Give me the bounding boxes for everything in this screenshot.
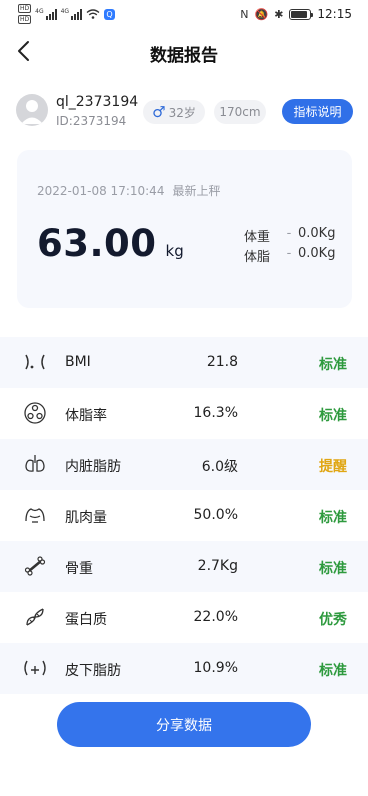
weight-unit: kg (165, 242, 184, 260)
metric-status: 标准 (319, 510, 347, 526)
weight-card: 2022-01-08 17:10:44 最新上秤 63.00 kg 体重 - 0.… (17, 150, 352, 308)
username: ql_2373194 (56, 94, 139, 110)
metric-value: 2.7Kg (197, 558, 238, 574)
stat-dash: - (286, 226, 292, 241)
height-chip: 170cm (214, 100, 266, 124)
app-notification-icon: Q (104, 8, 116, 20)
share-data-button[interactable]: 分享数据 (57, 702, 311, 747)
metric-row-protein[interactable]: 蛋白质 22.0% 优秀 (0, 592, 368, 643)
metric-name: 内脏脂肪 (65, 459, 121, 475)
clock: 12:15 (317, 7, 352, 21)
network-type: 4G (60, 8, 70, 15)
muscle-icon (22, 503, 48, 527)
metric-status: 提醒 (319, 459, 347, 475)
body-fat-icon (22, 401, 48, 425)
metric-name: 皮下脂肪 (65, 663, 121, 679)
hd-badge: HD (18, 4, 32, 13)
nav-bar: 数据报告 (0, 30, 368, 74)
metric-row-bone[interactable]: 骨重 2.7Kg 标准 (0, 541, 368, 592)
latest-label: 最新上秤 (172, 184, 221, 198)
metric-row-muscle[interactable]: 肌肉量 50.0% 标准 (0, 490, 368, 541)
male-icon: ♂ (152, 102, 166, 121)
bmi-icon (22, 350, 48, 374)
weight-display: 63.00 kg (37, 222, 184, 265)
measure-datetime: 2022-01-08 17:10:44 (37, 184, 165, 198)
metrics-list: BMI 21.8 标准 体脂率 16.3% 标准 内脏脂肪 6.0级 提醒 肌肉… (0, 337, 368, 694)
indicator-guide-button[interactable]: 指标说明 (282, 99, 353, 124)
weight-value: 63.00 (37, 222, 157, 265)
dna-icon (22, 605, 48, 629)
metric-name: 蛋白质 (65, 612, 107, 628)
stat-value: 0.0Kg (298, 226, 336, 241)
height-value: 170cm (219, 105, 261, 119)
metric-name: 体脂率 (65, 408, 107, 424)
bone-icon (22, 554, 48, 578)
metric-row-bmi[interactable]: BMI 21.8 标准 (0, 337, 368, 388)
hd-badge: HD (18, 15, 32, 24)
metric-row-subcutaneous-fat[interactable]: 皮下脂肪 10.9% 标准 (0, 643, 368, 694)
fat-change-row: 体脂 - 0.0Kg (244, 246, 344, 265)
metric-value: 22.0% (193, 609, 238, 625)
mute-icon: 🔕 (254, 7, 269, 21)
metric-status: 标准 (319, 357, 347, 373)
metric-name: BMI (65, 354, 91, 370)
measure-time: 2022-01-08 17:10:44 最新上秤 (37, 182, 228, 199)
page-title: 数据报告 (150, 46, 218, 66)
lungs-icon (22, 452, 48, 476)
metric-value: 16.3% (193, 405, 238, 421)
profile-row: ql_2373194 ID:2373194 ♂ 32岁 170cm 指标说明 (16, 93, 354, 131)
age-value: 32岁 (168, 105, 196, 120)
metric-row-body-fat[interactable]: 体脂率 16.3% 标准 (0, 388, 368, 439)
signal-icon: 4G (35, 8, 57, 20)
battery-icon (289, 8, 314, 20)
signal-icon: 4G (60, 8, 83, 20)
age-chip: ♂ 32岁 (143, 100, 205, 124)
metric-name: 骨重 (65, 561, 93, 577)
metric-name: 肌肉量 (65, 510, 107, 526)
metric-status: 标准 (319, 408, 347, 424)
user-icon (21, 100, 43, 124)
metric-value: 21.8 (206, 354, 238, 370)
nfc-icon: N (240, 7, 249, 21)
metric-value: 6.0级 (201, 459, 238, 475)
status-bar: HD HD 4G 4G Q N 🔕 ✱ 12:15 (0, 0, 368, 30)
user-id: ID:2373194 (56, 114, 127, 128)
weight-change-row: 体重 - 0.0Kg (244, 226, 344, 245)
bluetooth-icon: ✱ (274, 7, 284, 21)
wifi-icon (86, 9, 100, 19)
metric-value: 10.9% (193, 660, 238, 676)
subcutaneous-fat-icon (22, 656, 48, 680)
avatar[interactable] (16, 94, 48, 126)
stat-dash: - (286, 246, 292, 261)
network-type: 4G (35, 8, 44, 15)
stat-label: 体脂 (244, 250, 271, 265)
stat-label: 体重 (244, 230, 271, 245)
metric-value: 50.0% (193, 507, 238, 523)
metric-status: 优秀 (319, 612, 347, 628)
metric-row-visceral-fat[interactable]: 内脏脂肪 6.0级 提醒 (0, 439, 368, 490)
metric-status: 标准 (319, 663, 347, 679)
metric-status: 标准 (319, 561, 347, 577)
stat-value: 0.0Kg (298, 246, 336, 261)
